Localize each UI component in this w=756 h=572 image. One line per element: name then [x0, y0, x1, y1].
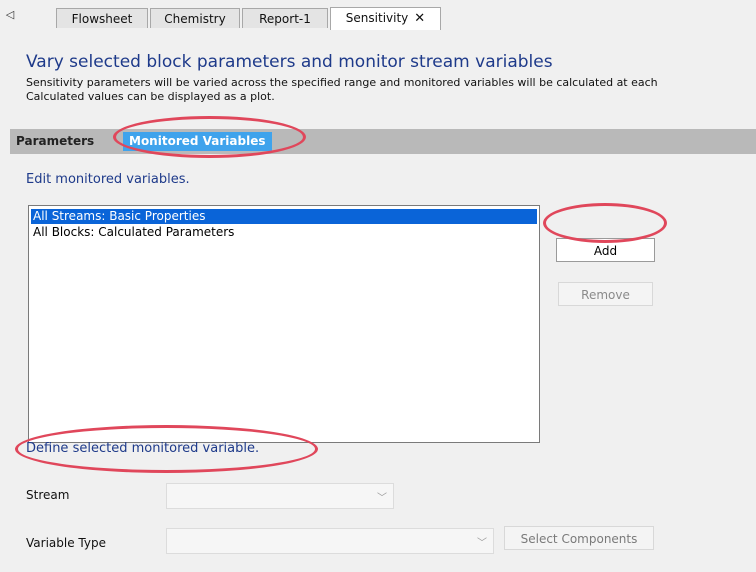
variable-type-select[interactable]: ﹀: [166, 528, 494, 554]
tab-label: Sensitivity: [345, 11, 409, 25]
tab-report-1[interactable]: Report-1: [242, 8, 328, 28]
variable-type-label: Variable Type: [26, 536, 106, 550]
chevron-down-icon: ﹀: [377, 493, 387, 504]
monitored-variables-list[interactable]: All Streams: Basic Properties All Blocks…: [28, 205, 540, 443]
chevron-down-icon: ﹀: [477, 538, 487, 549]
description-line: Calculated values can be displayed as a …: [26, 90, 275, 103]
close-icon[interactable]: ✕: [414, 11, 425, 26]
tab-sensitivity[interactable]: Sensitivity ✕: [330, 7, 441, 30]
list-item[interactable]: All Streams: Basic Properties: [31, 209, 537, 224]
scroll-tabs-left-icon[interactable]: ◁: [4, 8, 16, 22]
remove-button[interactable]: Remove: [558, 282, 653, 306]
tab-flowsheet[interactable]: Flowsheet: [56, 8, 148, 28]
stream-select[interactable]: ﹀: [166, 483, 394, 509]
subtab-parameters[interactable]: Parameters: [10, 132, 100, 151]
define-monitored-label: Define selected monitored variable.: [26, 441, 260, 456]
edit-monitored-label: Edit monitored variables.: [26, 172, 190, 187]
list-item[interactable]: All Blocks: Calculated Parameters: [31, 225, 236, 240]
description-line: Sensitivity parameters will be varied ac…: [26, 76, 658, 89]
subtab-monitored-variables[interactable]: Monitored Variables: [123, 132, 272, 151]
page-description: Sensitivity parameters will be varied ac…: [26, 76, 756, 104]
tab-label: Flowsheet: [71, 12, 133, 26]
add-button[interactable]: Add: [556, 238, 655, 262]
select-components-button[interactable]: Select Components: [504, 526, 654, 550]
document-tab-strip: ◁ Flowsheet Chemistry Report-1 Sensitivi…: [0, 0, 756, 31]
tab-label: Report-1: [259, 12, 311, 26]
sensitivity-panel: Vary selected block parameters and monit…: [0, 30, 756, 572]
tab-label: Chemistry: [164, 12, 226, 26]
page-title: Vary selected block parameters and monit…: [26, 52, 553, 72]
subtab-bar: Parameters Monitored Variables: [10, 129, 756, 154]
stream-label: Stream: [26, 488, 70, 502]
tab-chemistry[interactable]: Chemistry: [150, 8, 240, 28]
